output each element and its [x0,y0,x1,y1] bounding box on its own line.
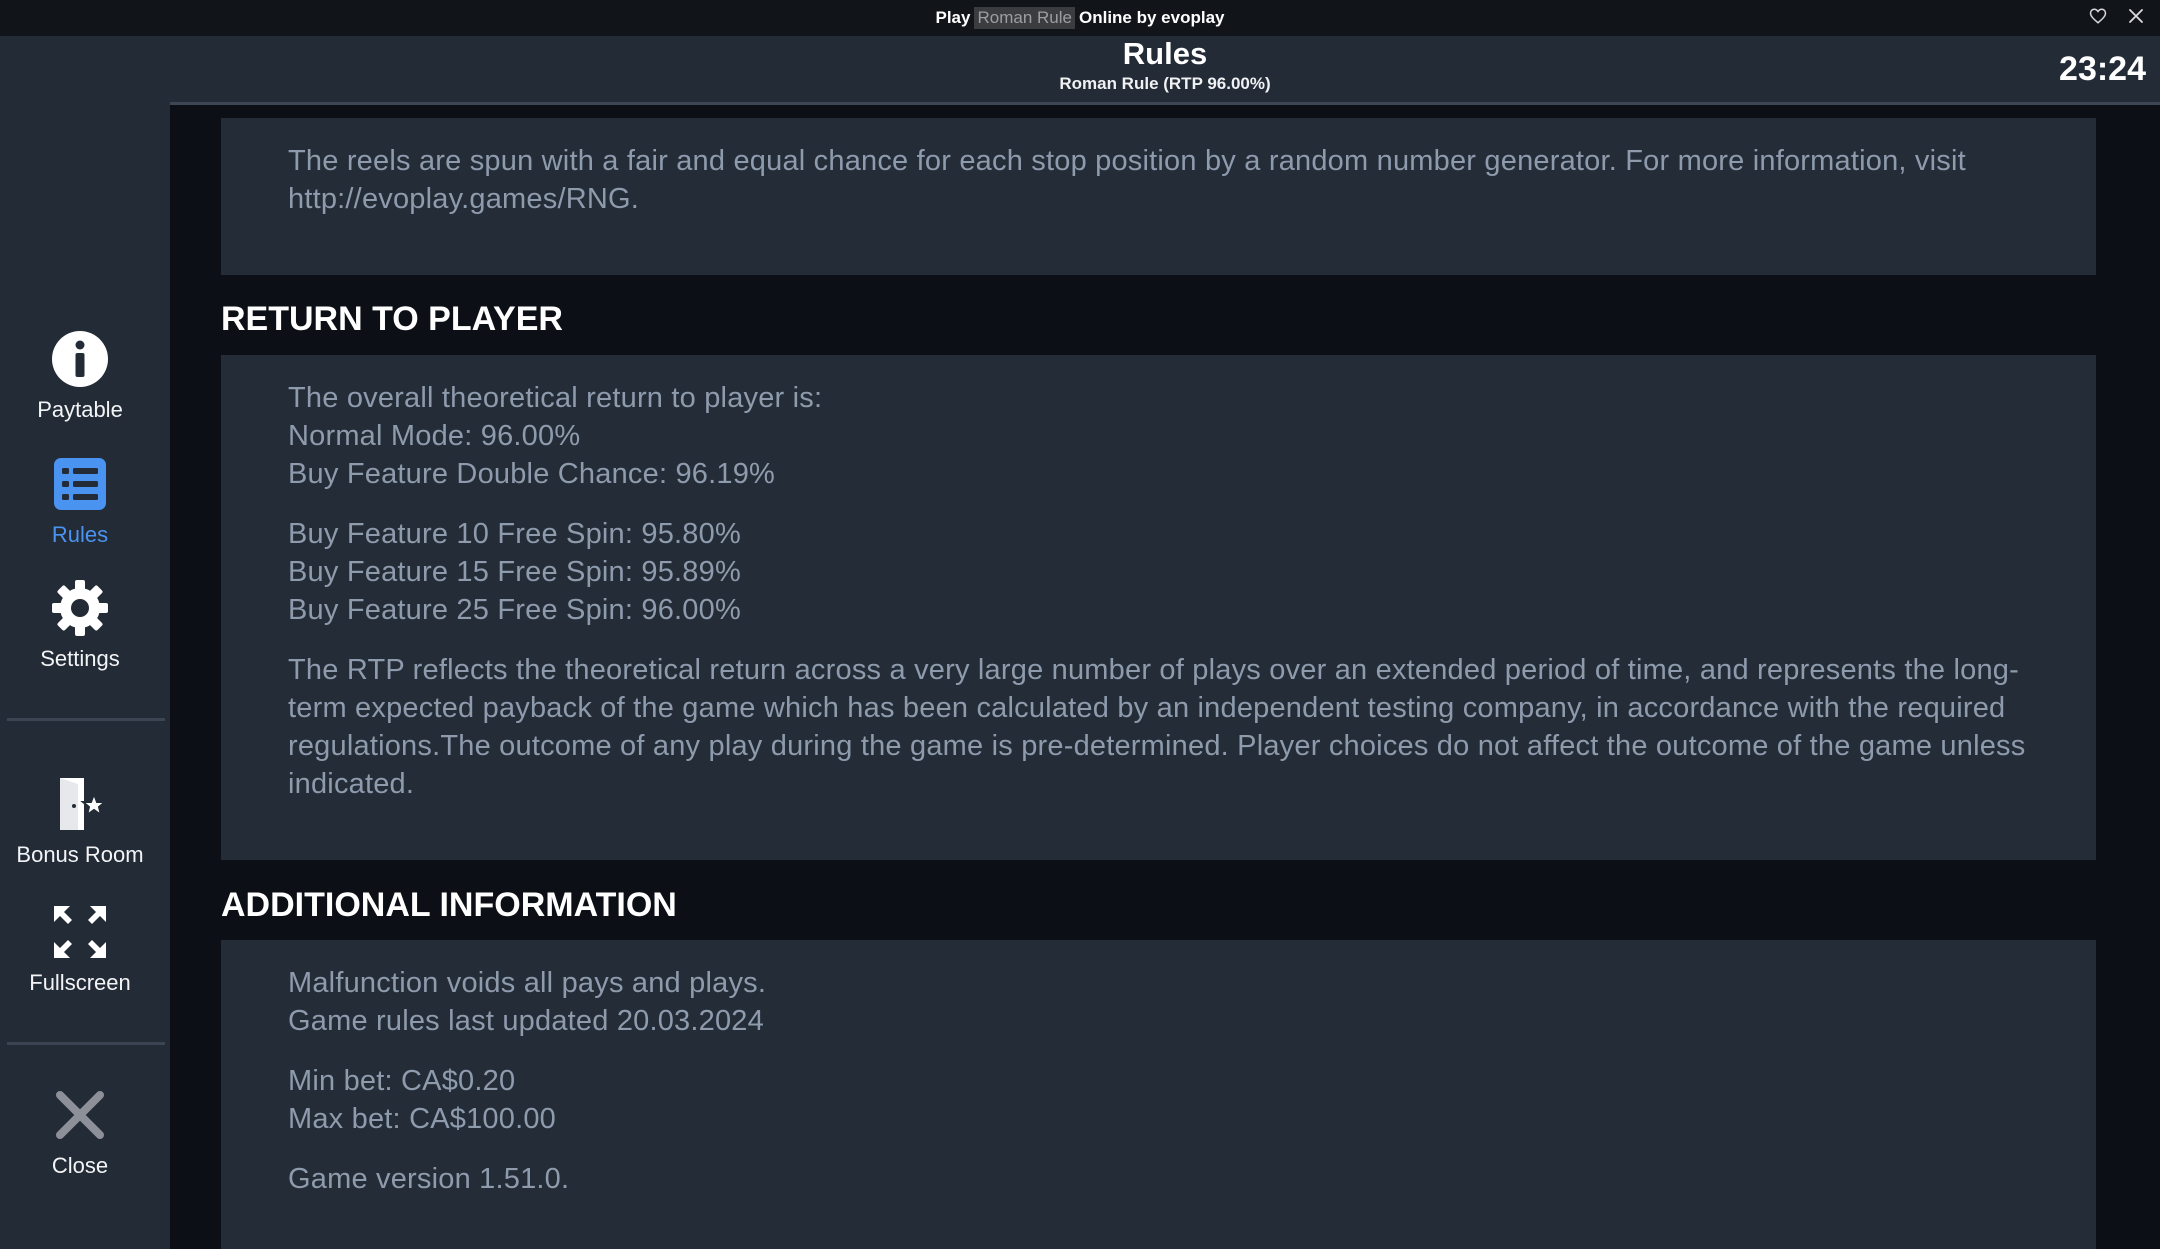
sidebar-item-fullscreen[interactable]: Fullscreen [0,902,160,996]
window-title-suffix: Online by evoplay [1078,8,1225,27]
rtp-line: Buy Feature 25 Free Spin: 96.00% [288,594,741,626]
sidebar: Paytable Rules Settings Bonus Room Fulls… [0,36,170,1249]
sidebar-item-rules[interactable]: Rules [0,454,160,548]
window-controls [2086,4,2148,28]
heart-icon[interactable] [2086,4,2110,28]
fullscreen-icon [54,906,106,958]
additional-line: Min bet: CA$0.20 [288,1065,516,1097]
sidebar-item-label: Bonus Room [16,842,144,867]
additional-heading: ADDITIONAL INFORMATION [221,886,677,924]
rtp-panel: The overall theoretical return to player… [221,355,2096,860]
close-window-icon[interactable] [2124,4,2148,28]
sidebar-item-close[interactable]: Close [0,1085,160,1179]
rtp-line: Buy Feature 10 Free Spin: 95.80% [288,518,741,550]
rules-content[interactable]: The reels are spun with a fair and equal… [170,105,2160,1249]
rtp-heading: RETURN TO PLAYER [221,300,563,338]
rtp-line: Buy Feature Double Chance: 96.19% [288,458,776,490]
sidebar-item-label: Paytable [37,397,123,422]
game-version: Game version 1.51.0. [288,1163,570,1195]
sidebar-item-paytable[interactable]: Paytable [0,329,160,423]
list-icon [54,458,106,510]
page-subtitle: Roman Rule (RTP 96.00%) [1059,74,1271,93]
sidebar-item-bonus-room[interactable]: Bonus Room [0,774,160,868]
window-title-prefix: Play [935,8,971,27]
rtp-line: Normal Mode: 96.00% [288,420,581,452]
gear-icon [52,580,108,636]
rng-panel: The reels are spun with a fair and equal… [221,118,2096,275]
sidebar-item-label: Rules [51,522,109,547]
additional-line: Malfunction voids all pays and plays. [288,967,767,999]
additional-line: Game rules last updated 20.03.2024 [288,1005,764,1037]
sidebar-item-settings[interactable]: Settings [0,578,160,672]
page-header: Rules Roman Rule (RTP 96.00%) 23:24 [170,36,2160,105]
info-icon [52,331,108,387]
clock: 23:24 [2059,50,2146,88]
close-icon [56,1091,104,1139]
sidebar-divider [7,718,165,721]
additional-panel: Malfunction voids all pays and plays. Ga… [221,940,2096,1249]
window-title-highlight: Roman Rule [974,7,1075,29]
rtp-line: Buy Feature 15 Free Spin: 95.89% [288,556,741,588]
page-title: Rules [1122,36,1208,71]
sidebar-item-label: Settings [40,646,120,671]
sidebar-divider [7,1042,165,1045]
app-window: Play Roman Rule Online by evoplay Paytab… [0,0,2160,1249]
rtp-line: The overall theoretical return to player… [288,382,823,414]
sidebar-item-label: Close [51,1153,109,1178]
rtp-paragraph: The RTP reflects the theoretical return … [288,654,2026,800]
sidebar-item-label: Fullscreen [29,970,131,995]
window-title-bar: Play Roman Rule Online by evoplay [0,0,2160,36]
door-star-icon [60,778,108,830]
rng-text: The reels are spun with a fair and equal… [288,145,1966,215]
additional-line: Max bet: CA$100.00 [288,1103,556,1135]
